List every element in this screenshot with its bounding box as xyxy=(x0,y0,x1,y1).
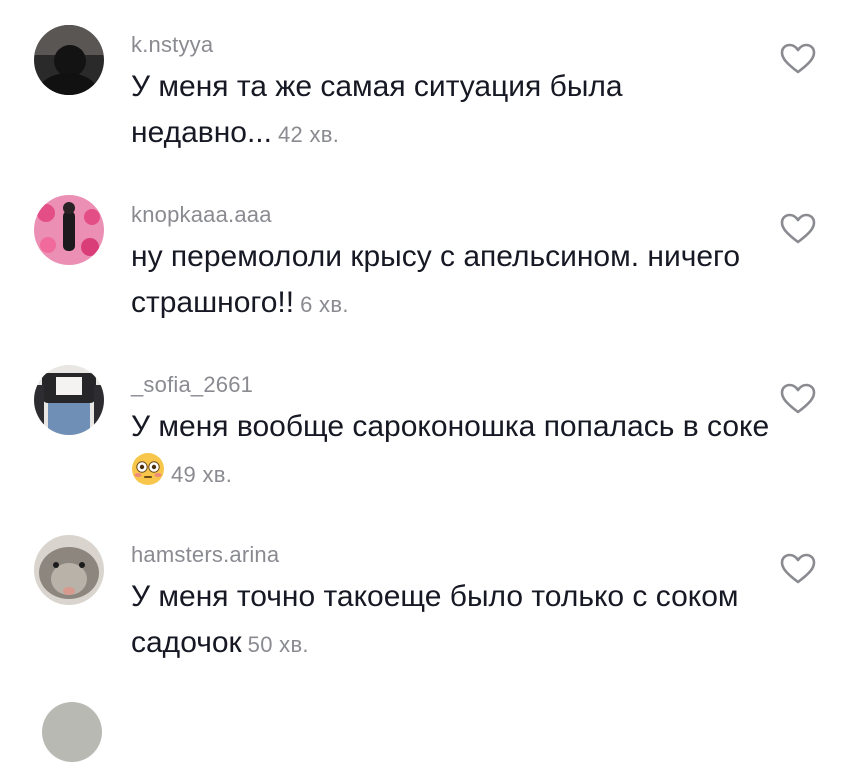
comment-time: 6 хв. xyxy=(300,292,349,317)
heart-outline-icon[interactable] xyxy=(780,213,816,245)
avatar[interactable] xyxy=(34,25,104,95)
dark-silhouette-avatar-icon xyxy=(34,25,104,95)
comment-username[interactable]: k.nstyya xyxy=(131,32,213,58)
comment-text: ну перемололи крысу с апельсином. ничего… xyxy=(131,234,771,328)
comment-body: У меня точно такоеще было только с соком… xyxy=(131,580,739,659)
flushed-face-emoji-icon xyxy=(132,453,164,485)
comment-text: У меня та же самая ситуация была недавно… xyxy=(131,64,771,158)
heart-outline-icon[interactable] xyxy=(780,43,816,75)
comment-time: 42 хв. xyxy=(277,122,340,147)
comment-text: У меня точно такоеще было только с соком… xyxy=(131,574,771,668)
comment-time: 49 хв. xyxy=(171,462,233,487)
comment-username[interactable]: knopkaaa.aaa xyxy=(131,202,272,228)
heart-outline-icon[interactable] xyxy=(780,553,816,585)
pink-hearts-avatar-icon xyxy=(34,195,104,265)
comment-body: ну перемололи крысу с апельсином. ничего… xyxy=(131,240,741,319)
comment-body: У меня вообще сароконошка попалась в сок… xyxy=(131,410,770,443)
avatar[interactable] xyxy=(34,365,104,435)
comment-username[interactable]: _sofia_2661 xyxy=(131,372,253,398)
outfit-photo-avatar-icon xyxy=(34,365,104,435)
comment-body: У меня та же самая ситуация была недавно… xyxy=(131,70,623,149)
avatar[interactable] xyxy=(34,535,104,605)
hamster-avatar-icon xyxy=(34,535,104,605)
comment-time: 50 хв. xyxy=(247,632,309,657)
comment-text: У меня вообще сароконошка попалась в сок… xyxy=(131,404,771,498)
heart-outline-icon[interactable] xyxy=(780,383,816,415)
comment-username[interactable]: hamsters.arina xyxy=(131,542,279,568)
avatar[interactable] xyxy=(34,195,104,265)
avatar[interactable] xyxy=(42,702,102,762)
